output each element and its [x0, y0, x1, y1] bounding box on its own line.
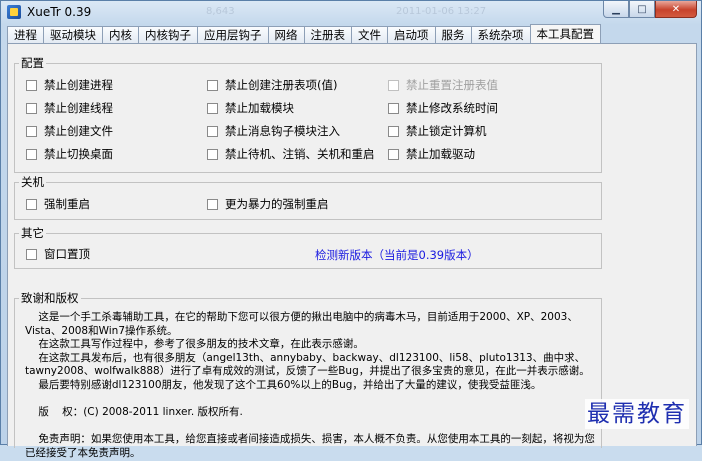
- tab-9[interactable]: 服务: [434, 26, 472, 43]
- checkbox-box[interactable]: [26, 102, 37, 114]
- config-option-label: 禁止切换桌面: [44, 147, 113, 161]
- maximize-button[interactable]: □: [629, 1, 655, 18]
- checkbox-box[interactable]: [26, 198, 37, 210]
- config-option-label: 禁止重置注册表值: [406, 78, 498, 92]
- config-option-checkbox[interactable]: 禁止切换桌面: [26, 147, 113, 161]
- checkbox-box[interactable]: [207, 148, 218, 160]
- checkbox-box[interactable]: [26, 125, 37, 137]
- topmost-checkbox[interactable]: 窗口置顶: [26, 247, 90, 261]
- config-option-checkbox[interactable]: 禁止创建线程: [26, 101, 113, 115]
- checkbox-box[interactable]: [388, 148, 399, 160]
- config-option-label: 禁止加载模块: [225, 101, 294, 115]
- app-icon: [7, 5, 21, 19]
- acknowledgements-text: 这是一个手工杀毒辅助工具，在它的帮助下您可以很方便的揪出电脑中的病毒木马，目前适…: [25, 311, 595, 459]
- tab-8[interactable]: 启动项: [387, 26, 436, 43]
- force-reboot-label: 强制重启: [44, 197, 90, 211]
- config-option-label: 禁止消息钩子模块注入: [225, 124, 340, 138]
- config-option-checkbox[interactable]: 禁止加载模块: [207, 101, 294, 115]
- config-tab-panel: 配置 禁止创建进程 禁止创建注册表项(值) 禁止重置注册表值禁止创建线程 禁止加载模块…: [7, 43, 697, 459]
- other-group-title: 其它: [19, 226, 46, 240]
- check-version-link[interactable]: 检测新版本（当前是0.39版本）: [315, 247, 479, 263]
- checkbox-box[interactable]: [207, 79, 218, 91]
- config-option-label: 禁止加载驱动: [406, 147, 475, 161]
- minimize-button[interactable]: ▁: [603, 1, 629, 18]
- checkbox-box[interactable]: [388, 125, 399, 137]
- background-ghost-text: 2011-01-06 13:27: [396, 6, 487, 17]
- app-window: XueTr 0.39 8,643 2011-01-06 13:27 ▁ □ ✕ …: [0, 0, 702, 459]
- shutdown-group-title: 关机: [19, 175, 46, 189]
- checkbox-box[interactable]: [26, 79, 37, 91]
- checkbox-box[interactable]: [207, 125, 218, 137]
- checkbox-box[interactable]: [207, 198, 218, 210]
- checkbox-box[interactable]: [26, 148, 37, 160]
- config-option-checkbox[interactable]: 禁止重置注册表值: [388, 78, 498, 92]
- acknowledgements-group: 致谢和版权 这是一个手工杀毒辅助工具，在它的帮助下您可以很方便的揪出电脑中的病毒…: [14, 291, 602, 459]
- config-option-label: 禁止待机、注销、关机和重启: [225, 147, 375, 161]
- window-title: XueTr 0.39: [27, 5, 92, 19]
- config-option-label: 禁止创建注册表项(值): [225, 78, 338, 92]
- config-option-checkbox[interactable]: 禁止消息钩子模块注入: [207, 124, 340, 138]
- tab-1[interactable]: 驱动模块: [43, 26, 103, 43]
- config-group: 配置 禁止创建进程 禁止创建注册表项(值) 禁止重置注册表值禁止创建线程 禁止加载模块…: [14, 56, 602, 173]
- checkbox-box[interactable]: [26, 248, 37, 260]
- violent-reboot-checkbox[interactable]: 更为暴力的强制重启: [207, 197, 329, 211]
- topmost-label: 窗口置顶: [44, 247, 90, 261]
- shutdown-group: 关机 强制重启 更为暴力的强制重启: [14, 175, 602, 220]
- checkbox-box[interactable]: [207, 102, 218, 114]
- tab-2[interactable]: 内核: [102, 26, 139, 43]
- tab-7[interactable]: 文件: [351, 26, 388, 43]
- tab-4[interactable]: 应用层钩子: [197, 26, 269, 43]
- config-option-checkbox[interactable]: 禁止加载驱动: [388, 147, 475, 161]
- title-bar[interactable]: XueTr 0.39 8,643 2011-01-06 13:27 ▁ □ ✕: [1, 1, 701, 23]
- config-option-checkbox[interactable]: 禁止锁定计算机: [388, 124, 487, 138]
- config-option-checkbox[interactable]: 禁止待机、注销、关机和重启: [207, 147, 375, 161]
- watermark-logo-text: 最需教育: [585, 399, 689, 429]
- force-reboot-checkbox[interactable]: 强制重启: [26, 197, 90, 211]
- background-ghost-text: 8,643: [206, 6, 235, 17]
- tab-3[interactable]: 内核钩子: [138, 26, 198, 43]
- config-option-label: 禁止创建线程: [44, 101, 113, 115]
- config-group-title: 配置: [19, 56, 46, 70]
- checkbox-box[interactable]: [388, 79, 399, 91]
- close-button[interactable]: ✕: [655, 1, 697, 18]
- config-option-checkbox[interactable]: 禁止创建注册表项(值): [207, 78, 337, 92]
- violent-reboot-label: 更为暴力的强制重启: [225, 197, 329, 211]
- tab-11[interactable]: 本工具配置: [529, 24, 601, 43]
- window-controls: ▁ □ ✕: [603, 1, 697, 19]
- tab-5[interactable]: 网络: [267, 26, 305, 43]
- tab-strip: 进程 驱动模块 内核 内核钩子 应用层钩子 网络 注册表 文件 启动项 服务 系统杂项 本工具配置: [7, 24, 601, 44]
- checkbox-box[interactable]: [388, 102, 399, 114]
- tab-6[interactable]: 注册表: [303, 26, 352, 43]
- config-option-label: 禁止创建文件: [44, 124, 113, 138]
- config-option-label: 禁止创建进程: [44, 78, 113, 92]
- config-option-checkbox[interactable]: 禁止修改系统时间: [388, 101, 498, 115]
- acknowledgements-title: 致谢和版权: [19, 291, 81, 305]
- config-option-checkbox[interactable]: 禁止创建进程: [26, 78, 113, 92]
- tab-0[interactable]: 进程: [7, 26, 44, 43]
- config-option-checkbox[interactable]: 禁止创建文件: [26, 124, 113, 138]
- config-option-label: 禁止锁定计算机: [406, 124, 487, 138]
- tab-10[interactable]: 系统杂项: [470, 26, 531, 43]
- other-group: 其它 窗口置顶 检测新版本（当前是0.39版本）: [14, 226, 602, 269]
- config-option-label: 禁止修改系统时间: [406, 101, 498, 115]
